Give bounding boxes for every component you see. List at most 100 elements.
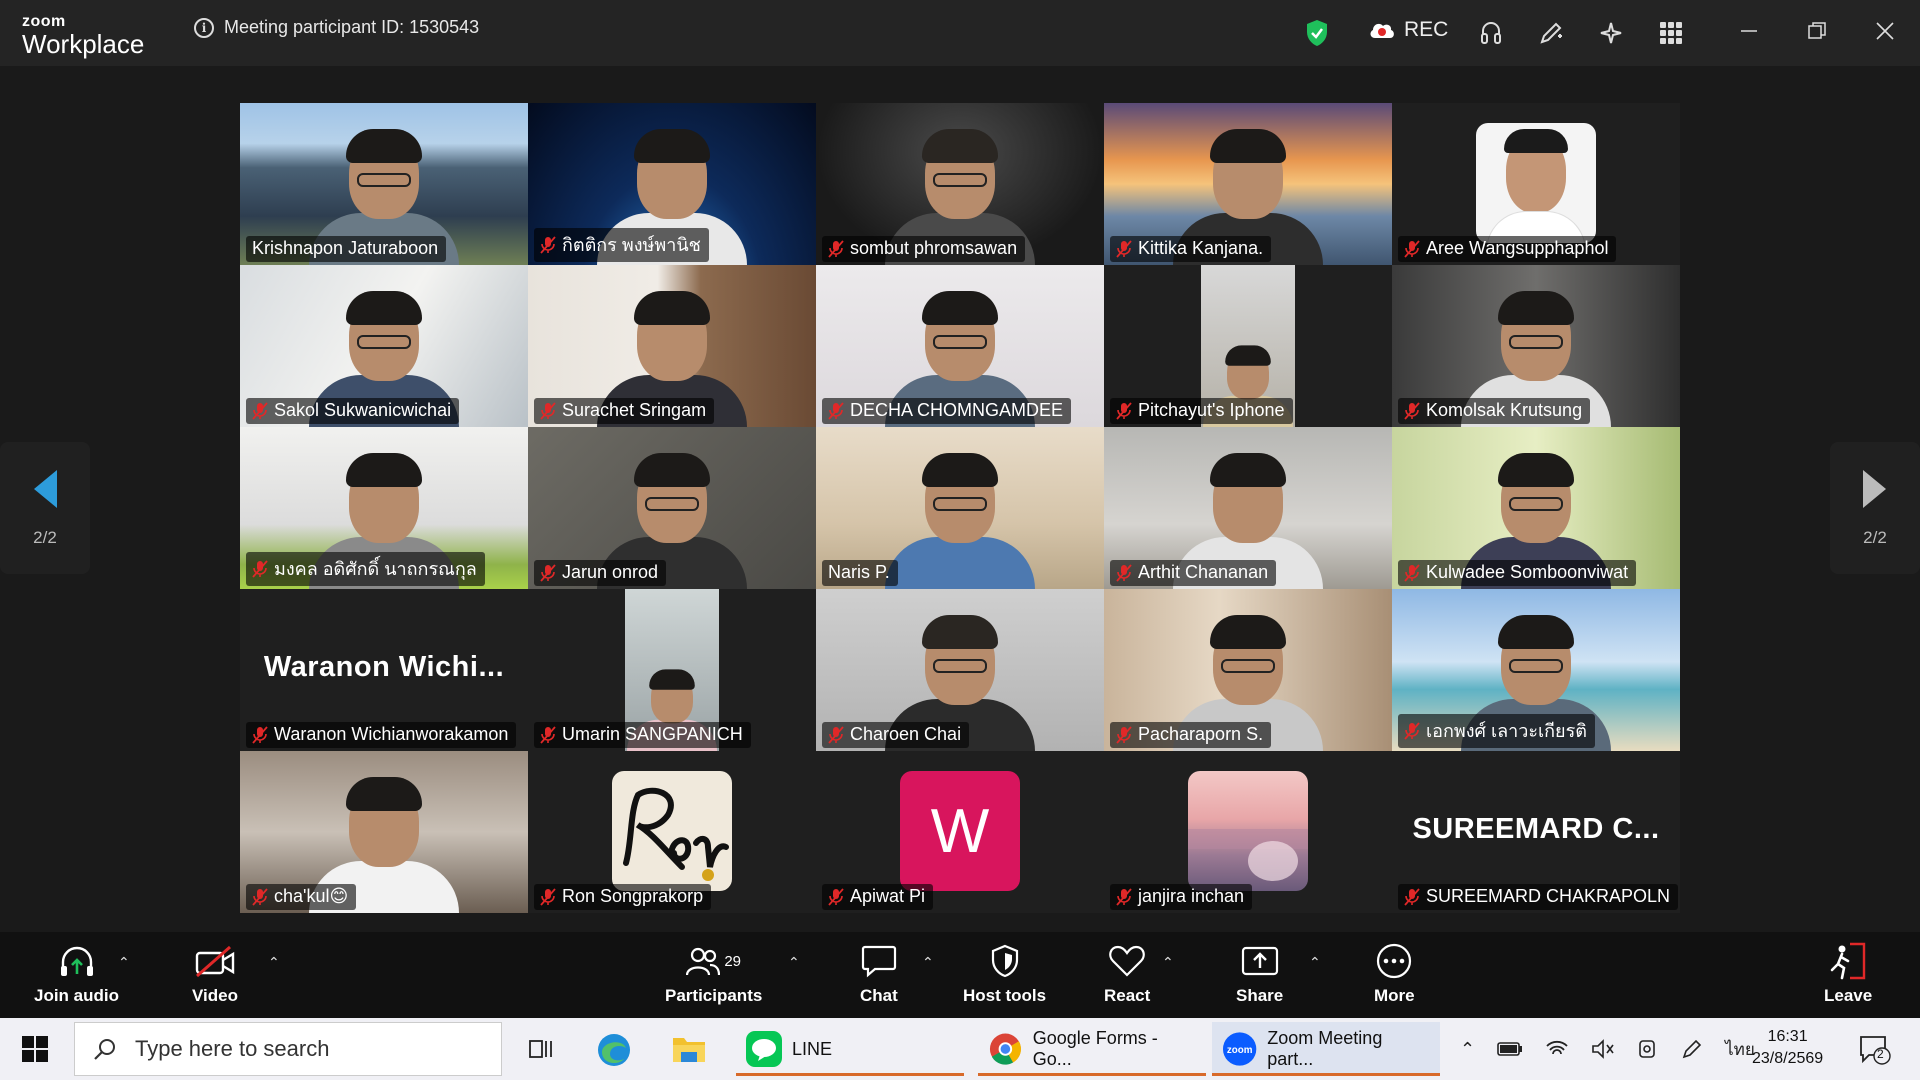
minimize-icon[interactable] xyxy=(1734,16,1764,46)
participant-tile[interactable]: Krishnapon Jaturaboon xyxy=(240,103,528,265)
system-clock[interactable]: 16:31 23/8/2569 xyxy=(1752,1026,1823,1071)
participant-tile[interactable]: Pacharaporn S. xyxy=(1104,589,1392,751)
avatar-letter: W xyxy=(930,796,990,866)
muted-mic-icon xyxy=(828,401,844,420)
muted-mic-icon xyxy=(1404,401,1420,420)
ai-companion-icon[interactable] xyxy=(1596,18,1626,48)
participant-tile[interactable]: เอกพงศ์ เลาวะเกียรติ xyxy=(1392,589,1680,751)
participant-tile[interactable]: Umarin SANGPANICH xyxy=(528,589,816,751)
host-tools-button[interactable]: Host tools xyxy=(963,942,1046,1006)
share-options-caret-icon[interactable]: ⌃ xyxy=(1309,954,1321,971)
react-button[interactable]: React xyxy=(1104,942,1150,1006)
react-options-caret-icon[interactable]: ⌃ xyxy=(1162,954,1174,971)
share-button[interactable]: Share xyxy=(1236,942,1283,1006)
notifications-icon[interactable]: 2 xyxy=(1858,1034,1892,1071)
search-placeholder: Type here to search xyxy=(135,1036,330,1061)
participants-button[interactable]: 29 Participants xyxy=(665,942,762,1006)
taskbar-search-box[interactable]: Type here to search xyxy=(74,1022,502,1076)
video-button[interactable]: Video xyxy=(192,942,238,1006)
participant-tile[interactable]: Naris P. xyxy=(816,427,1104,589)
participant-name: เอกพงศ์ เลาวะเกียรติ xyxy=(1426,721,1587,741)
participant-name-tag: Ron Songprakorp xyxy=(534,884,712,910)
active-app-underline xyxy=(1212,1073,1440,1076)
participant-name-tag: Arthit Chananan xyxy=(1110,560,1277,586)
participant-tile[interactable]: W Apiwat Pi xyxy=(816,751,1104,913)
battery-icon[interactable] xyxy=(1497,1040,1523,1058)
restore-icon[interactable] xyxy=(1802,16,1832,46)
leave-button[interactable]: Leave xyxy=(1824,942,1872,1006)
participant-name: Surachet Sringam xyxy=(562,400,707,420)
camera-privacy-icon[interactable] xyxy=(1637,1038,1659,1060)
muted-mic-icon xyxy=(540,725,556,744)
task-view-icon[interactable] xyxy=(526,1036,554,1067)
participant-tile[interactable]: Ron Songprakorp xyxy=(528,751,816,913)
participant-tile[interactable]: Sakol Sukwanicwichai xyxy=(240,265,528,427)
pen-icon[interactable] xyxy=(1681,1038,1703,1060)
participant-tile[interactable]: cha'kul😊 xyxy=(240,751,528,913)
recording-indicator[interactable]: REC xyxy=(1368,18,1448,42)
join-audio-button[interactable]: Join audio xyxy=(34,942,119,1006)
participant-tile[interactable]: Aree Wangsupphaphol xyxy=(1392,103,1680,265)
muted-mic-icon xyxy=(540,235,556,254)
muted-mic-icon xyxy=(1116,401,1132,420)
participant-name: Pacharaporn S. xyxy=(1138,724,1264,744)
speaker-muted-icon[interactable] xyxy=(1591,1039,1615,1059)
more-button[interactable]: More xyxy=(1374,942,1415,1006)
host-tools-label: Host tools xyxy=(963,986,1047,1005)
participant-name: Apiwat Pi xyxy=(850,886,926,906)
participant-tile[interactable]: Kulwadee Somboonviwat xyxy=(1392,427,1680,589)
participant-tile[interactable]: Pitchayut's Iphone xyxy=(1104,265,1392,427)
windows-start-icon[interactable] xyxy=(22,1036,48,1067)
participants-options-caret-icon[interactable]: ⌃ xyxy=(788,954,800,971)
leave-label: Leave xyxy=(1824,986,1873,1005)
participant-name-tag: Sakol Sukwanicwichai xyxy=(246,398,460,424)
taskbar-app-line[interactable]: LINE xyxy=(736,1022,964,1076)
audio-options-caret-icon[interactable]: ⌃ xyxy=(118,954,130,971)
participant-tile[interactable]: Charoen Chai xyxy=(816,589,1104,751)
chat-options-caret-icon[interactable]: ⌃ xyxy=(922,954,934,971)
participant-tile[interactable]: Surachet Sringam xyxy=(528,265,816,427)
muted-mic-icon xyxy=(540,401,556,420)
taskbar-app-chrome[interactable]: Google Forms - Go... xyxy=(978,1022,1206,1076)
chat-button[interactable]: Chat xyxy=(860,942,898,1006)
arrow-left-icon xyxy=(34,470,57,508)
security-shield-icon[interactable] xyxy=(1302,18,1332,48)
cloud-record-icon xyxy=(1370,23,1394,38)
muted-mic-icon xyxy=(1116,563,1132,582)
audio-headset-icon[interactable] xyxy=(1476,18,1506,48)
participant-tile[interactable]: Arthit Chananan xyxy=(1104,427,1392,589)
participant-name: กิตติกร พงษ์พานิช xyxy=(562,235,701,255)
participant-tile[interactable]: janjira inchan xyxy=(1104,751,1392,913)
participant-tile[interactable]: Kittika Kanjana. xyxy=(1104,103,1392,265)
input-language[interactable]: ไทย xyxy=(1725,1036,1755,1063)
participant-tile[interactable]: SUREEMARD C... SUREEMARD CHAKRAPOLN xyxy=(1392,751,1680,913)
apps-grid-icon[interactable] xyxy=(1656,18,1686,48)
clock-date: 23/8/2569 xyxy=(1752,1050,1824,1068)
participant-tile[interactable]: sombut phromsawan xyxy=(816,103,1104,265)
participant-tile[interactable]: มงคล อดิศักดิ์ นาถกรณกุล xyxy=(240,427,528,589)
participant-tile[interactable]: DECHA CHOMNGAMDEE xyxy=(816,265,1104,427)
meeting-info[interactable]: i Meeting participant ID: 1530543 xyxy=(194,17,479,38)
edge-browser-icon[interactable] xyxy=(596,1032,632,1073)
video-options-caret-icon[interactable]: ⌃ xyxy=(268,954,280,971)
wifi-icon[interactable] xyxy=(1545,1039,1569,1059)
svg-text:zoom: zoom xyxy=(1227,1045,1253,1056)
participant-tile[interactable]: Jarun onrod xyxy=(528,427,816,589)
participant-name-tag: Kittika Kanjana. xyxy=(1110,236,1272,262)
participant-name: janjira inchan xyxy=(1138,886,1245,906)
show-hidden-icons-chevron-icon[interactable]: ⌃ xyxy=(1460,1039,1475,1060)
participant-tile[interactable]: Komolsak Krutsung xyxy=(1392,265,1680,427)
taskbar-app-zoom[interactable]: zoom Zoom Meeting part... xyxy=(1212,1022,1440,1076)
whiteboard-pen-icon[interactable] xyxy=(1536,18,1566,48)
participant-tile[interactable]: กิตติกร พงษ์พานิช xyxy=(528,103,816,265)
file-explorer-icon[interactable] xyxy=(672,1034,706,1069)
previous-page-button[interactable]: 2/2 xyxy=(0,442,90,574)
taskbar-app-chrome-label: Google Forms - Go... xyxy=(1032,1028,1158,1069)
close-icon[interactable] xyxy=(1870,16,1900,46)
meeting-toolbar: Join audio ⌃ Video ⌃ 29 Participants ⌃ C… xyxy=(0,932,1920,1018)
next-page-button[interactable]: 2/2 xyxy=(1830,442,1920,574)
arrow-right-icon xyxy=(1863,470,1886,508)
participant-tile[interactable]: Waranon Wichi... Waranon Wichianworakamon xyxy=(240,589,528,751)
muted-mic-icon xyxy=(828,887,844,906)
participant-name-tag: Waranon Wichianworakamon xyxy=(246,722,517,748)
